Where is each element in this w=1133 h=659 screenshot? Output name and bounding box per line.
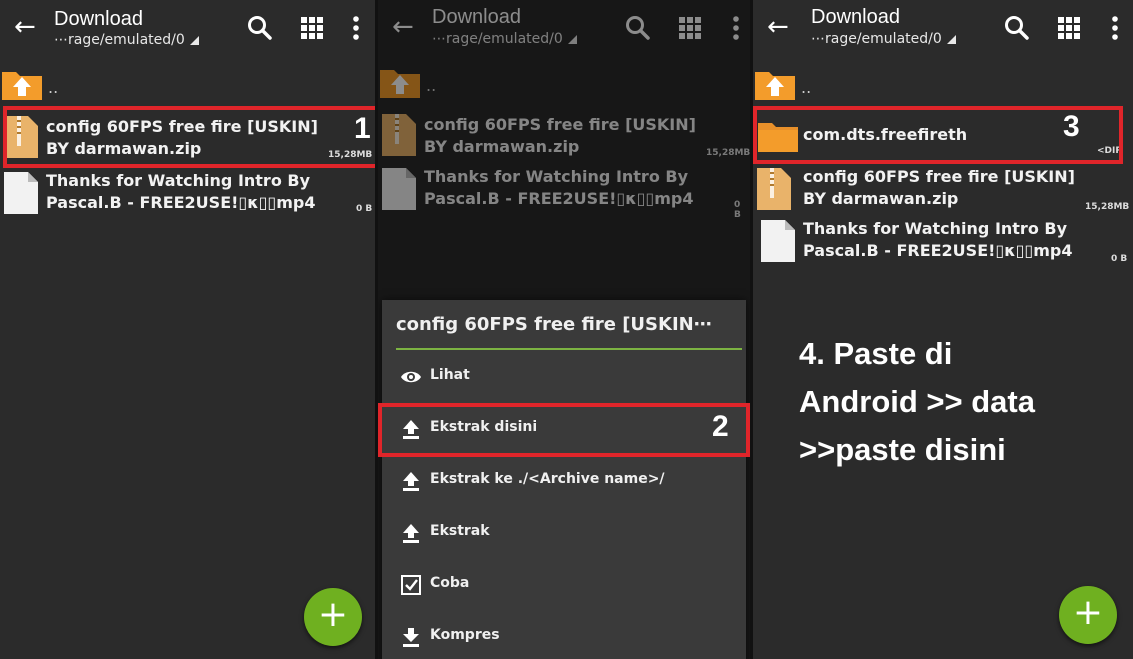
menu-item-lihat[interactable]: Lihat: [382, 352, 746, 402]
add-fab-button[interactable]: +: [1059, 586, 1117, 644]
menu-item-label: Coba: [430, 575, 470, 591]
arrow-left-icon[interactable]: ←: [767, 14, 789, 40]
grid-view-icon[interactable]: [1055, 14, 1083, 42]
file-name-line2: Pascal.B - FREE2USE!▯κ▯▯mp4: [46, 193, 316, 212]
app-title: Download: [811, 6, 900, 28]
file-name-line1: Thanks for Watching Intro By: [803, 219, 1068, 238]
folder-up-icon: [2, 72, 42, 100]
step-number-1: 1: [354, 112, 371, 145]
menu-item-ekstrak-ke[interactable]: Ekstrak ke ./<Archive name>/: [382, 456, 746, 506]
menu-item-label: Kompres: [430, 627, 500, 643]
menu-item-kompres[interactable]: Kompres: [382, 612, 746, 659]
screen-panel-2: ← Download ⋯rage/emulated/0 .. config 60…: [378, 0, 750, 659]
file-size: 0 B: [1111, 254, 1128, 264]
path-selector[interactable]: ⋯rage/emulated/0: [811, 31, 956, 47]
parent-folder-label: ..: [801, 78, 812, 97]
file-name-line2: BY darmawan.zip: [803, 189, 959, 208]
app-bar: ← Download ⋯rage/emulated/0: [0, 0, 375, 58]
add-fab-button[interactable]: +: [304, 588, 362, 646]
screen-panel-3: ← Download ⋯rage/emulated/0 .. com.dts.f…: [753, 0, 1133, 659]
file-name-line1: Thanks for Watching Intro By: [46, 171, 311, 190]
menu-item-coba[interactable]: Coba: [382, 560, 746, 610]
upload-icon: [403, 472, 419, 491]
plus-icon: +: [317, 594, 349, 635]
highlight-box-2: [378, 403, 750, 457]
menu-item-label: Lihat: [430, 367, 470, 383]
more-vertical-icon[interactable]: [342, 14, 370, 42]
app-bar: ← Download ⋯rage/emulated/0: [753, 0, 1133, 58]
upload-icon: [403, 524, 419, 543]
path-selector[interactable]: ⋯rage/emulated/0: [54, 32, 199, 48]
folder-up-icon: [755, 72, 795, 100]
screen-panel-1: ← Download ⋯rage/emulated/0 .. config 60…: [0, 0, 375, 659]
parent-folder-label: ..: [48, 78, 59, 97]
file-row-mp4[interactable]: Thanks for Watching Intro By Pascal.B - …: [0, 168, 375, 218]
plus-icon: +: [1072, 592, 1104, 633]
highlight-box-1: [3, 106, 375, 168]
step-number-3: 3: [1063, 110, 1080, 143]
parent-folder-row[interactable]: ..: [0, 68, 375, 104]
generic-file-icon: [4, 172, 38, 214]
checkbox-icon: [401, 575, 421, 595]
dropdown-triangle-icon: [946, 35, 956, 44]
dialog-title: config 60FPS free fire [USKIN⋯: [396, 314, 712, 335]
file-size: 15,28MB: [1085, 202, 1130, 212]
more-vertical-icon[interactable]: [1101, 14, 1129, 42]
parent-folder-row[interactable]: ..: [753, 68, 1133, 104]
zip-file-icon: [757, 168, 791, 210]
path-text: ⋯rage/emulated/0: [54, 32, 185, 48]
dialog-title-divider: [396, 348, 742, 350]
search-icon[interactable]: [1003, 14, 1031, 42]
dropdown-triangle-icon: [189, 36, 199, 45]
path-text: ⋯rage/emulated/0: [811, 31, 942, 47]
generic-file-icon: [761, 220, 795, 262]
grid-view-icon[interactable]: [298, 14, 326, 42]
download-icon: [403, 628, 419, 647]
eye-icon: [401, 371, 421, 383]
file-size: 0 B: [356, 204, 373, 214]
instruction-text: 4. Paste di Android >> data >>paste disi…: [799, 336, 1035, 467]
menu-item-ekstrak[interactable]: Ekstrak: [382, 508, 746, 558]
app-title: Download: [54, 8, 143, 30]
menu-item-label: Ekstrak ke ./<Archive name>/: [430, 471, 665, 487]
menu-item-label: Ekstrak: [430, 523, 490, 539]
arrow-left-icon[interactable]: ←: [14, 14, 36, 40]
search-icon[interactable]: [246, 14, 274, 42]
file-row-mp4[interactable]: Thanks for Watching Intro By Pascal.B - …: [753, 216, 1133, 266]
file-name-line1: config 60FPS free fire [USKIN]: [803, 167, 1075, 186]
step-number-2: 2: [712, 410, 729, 443]
file-row-zip[interactable]: config 60FPS free fire [USKIN] BY darmaw…: [753, 162, 1133, 218]
file-name-line2: Pascal.B - FREE2USE!▯κ▯▯mp4: [803, 241, 1073, 260]
context-menu-dialog: config 60FPS free fire [USKIN⋯ Lihat Eks…: [382, 300, 746, 659]
